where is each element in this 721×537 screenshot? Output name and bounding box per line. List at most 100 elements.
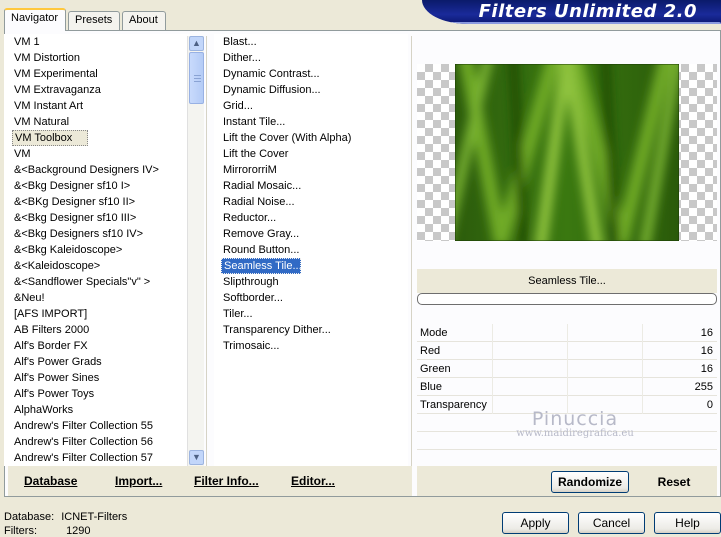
category-item[interactable]: VM Distortion: [4, 50, 190, 66]
tab-about[interactable]: About: [122, 11, 166, 30]
apply-button[interactable]: Apply: [502, 512, 569, 534]
category-item[interactable]: VM Instant Art: [4, 98, 190, 114]
category-item[interactable]: VM Toolbox: [12, 130, 88, 146]
category-item[interactable]: AlphaWorks: [4, 402, 190, 418]
param-row[interactable]: Blue 255: [417, 378, 717, 396]
filter-info-button[interactable]: Filter Info...: [194, 474, 259, 488]
category-item[interactable]: &<Background Designers IV>: [4, 162, 190, 178]
tab-navigator[interactable]: Navigator: [4, 8, 66, 31]
category-item[interactable]: &<Bkg Kaleidoscope>: [4, 242, 190, 258]
filter-item[interactable]: Dynamic Contrast...: [214, 66, 408, 82]
filter-item[interactable]: Slipthrough: [214, 274, 408, 290]
bottom-toolbar: Database Import... Filter Info... Editor…: [8, 466, 412, 496]
chevron-up-icon: ▲: [192, 38, 201, 48]
filter-item[interactable]: Softborder...: [214, 290, 408, 306]
divider: [411, 36, 412, 466]
banner: Filters Unlimited 2.0: [422, 0, 721, 24]
status-database-value: ICNET-Filters: [61, 511, 128, 523]
category-item[interactable]: VM Extravaganza: [4, 82, 190, 98]
filter-item[interactable]: Blast...: [214, 34, 408, 50]
category-item[interactable]: Alf's Border FX: [4, 338, 190, 354]
randomize-button[interactable]: Randomize: [551, 471, 629, 493]
category-item[interactable]: &<Bkg Designer sf10 I>: [4, 178, 190, 194]
filter-item[interactable]: Dynamic Diffusion...: [214, 82, 408, 98]
category-item[interactable]: VM 1: [4, 34, 190, 50]
watermark: Pinuccia www.maidiregrafica.eu: [510, 408, 640, 439]
filter-list[interactable]: Blast... Dither... Dynamic Contrast... Dyna…: [214, 34, 408, 466]
scroll-down-button[interactable]: ▼: [189, 450, 204, 465]
parameter-list: Mode 16 Red 16 Green 16 Blue 255 Transparency 0: [417, 324, 717, 468]
param-label: Blue: [420, 381, 443, 393]
watermark-name: Pinuccia: [531, 408, 619, 430]
param-value[interactable]: 16: [701, 324, 713, 342]
category-item[interactable]: &Neu!: [4, 290, 190, 306]
filter-item[interactable]: Trimosaic...: [214, 338, 408, 354]
param-label: Green: [420, 363, 451, 375]
status-database-label: Database:: [4, 511, 55, 523]
cancel-button[interactable]: Cancel: [578, 512, 645, 534]
status-database: Database: ICNET-Filters: [4, 511, 127, 523]
category-item[interactable]: &<Bkg Designers sf10 IV>: [4, 226, 190, 242]
progress-bar: [417, 293, 717, 305]
scroll-up-button[interactable]: ▲: [189, 36, 204, 51]
category-item[interactable]: Andrew's Filter Collection 55: [4, 418, 190, 434]
help-button[interactable]: Help: [654, 512, 721, 534]
category-item[interactable]: AB Filters 2000: [4, 322, 190, 338]
category-item[interactable]: Alf's Power Grads: [4, 354, 190, 370]
param-row[interactable]: Red 16: [417, 342, 717, 360]
filter-item[interactable]: Tiler...: [214, 306, 408, 322]
category-item[interactable]: Alf's Power Toys: [4, 386, 190, 402]
status-filters: Filters: 1290: [4, 525, 91, 537]
banner-title: Filters Unlimited 2.0: [478, 1, 697, 22]
category-item[interactable]: &<Bkg Designer sf10 III>: [4, 210, 190, 226]
param-value[interactable]: 16: [701, 342, 713, 360]
tab-label: About: [129, 14, 158, 26]
param-value[interactable]: 16: [701, 360, 713, 378]
filter-item[interactable]: Radial Noise...: [214, 194, 408, 210]
tab-label: Navigator: [11, 12, 59, 24]
category-item[interactable]: VM Experimental: [4, 66, 190, 82]
category-item[interactable]: &<Sandflower Specials"v" >: [4, 274, 190, 290]
category-item[interactable]: VM Natural: [4, 114, 190, 130]
category-item[interactable]: &<Kaleidoscope>: [4, 258, 190, 274]
filter-item[interactable]: Grid...: [214, 98, 408, 114]
filter-item[interactable]: Radial Mosaic...: [214, 178, 408, 194]
category-item[interactable]: Andrew's Filter Collection 57: [4, 450, 190, 466]
param-label: Mode: [420, 327, 448, 339]
scroll-thumb[interactable]: [189, 52, 204, 104]
category-item[interactable]: [AFS IMPORT]: [4, 306, 190, 322]
filter-item[interactable]: Round Button...: [214, 242, 408, 258]
filter-item[interactable]: Reductor...: [214, 210, 408, 226]
chevron-down-icon: ▼: [192, 452, 201, 462]
preview-image: [455, 64, 679, 241]
param-value[interactable]: 0: [707, 396, 713, 414]
category-scrollbar[interactable]: ▲ ▼: [187, 36, 204, 466]
filter-item[interactable]: Lift the Cover: [214, 146, 408, 162]
reset-button[interactable]: Reset: [640, 471, 708, 493]
category-item[interactable]: &<BKg Designer sf10 II>: [4, 194, 190, 210]
filter-item[interactable]: Instant Tile...: [214, 114, 408, 130]
database-button[interactable]: Database: [24, 474, 77, 488]
category-item[interactable]: VM: [4, 146, 190, 162]
filter-item[interactable]: Remove Gray...: [214, 226, 408, 242]
divider: [206, 36, 207, 466]
param-row[interactable]: Green 16: [417, 360, 717, 378]
status-filters-value: 1290: [66, 525, 91, 537]
filter-item[interactable]: Lift the Cover (With Alpha): [214, 130, 408, 146]
param-value[interactable]: 255: [695, 378, 713, 396]
category-item[interactable]: Alf's Power Sines: [4, 370, 190, 386]
tab-presets[interactable]: Presets: [68, 11, 120, 30]
param-label: Red: [420, 345, 441, 357]
status-filters-label: Filters:: [4, 525, 37, 537]
editor-button[interactable]: Editor...: [291, 474, 335, 488]
param-row[interactable]: Mode 16: [417, 324, 717, 342]
filter-item[interactable]: Dither...: [214, 50, 408, 66]
import-button[interactable]: Import...: [115, 474, 162, 488]
filter-item[interactable]: Seamless Tile...: [221, 258, 302, 274]
category-item[interactable]: Andrew's Filter Collection 56: [4, 434, 190, 450]
filter-item[interactable]: MirrororriM: [214, 162, 408, 178]
tab-label: Presets: [75, 14, 113, 26]
filter-item[interactable]: Transparency Dither...: [214, 322, 408, 338]
filter-name-label: Seamless Tile...: [417, 269, 717, 293]
category-list[interactable]: VM 1 VM Distortion VM Experimental VM Extra…: [4, 34, 190, 466]
